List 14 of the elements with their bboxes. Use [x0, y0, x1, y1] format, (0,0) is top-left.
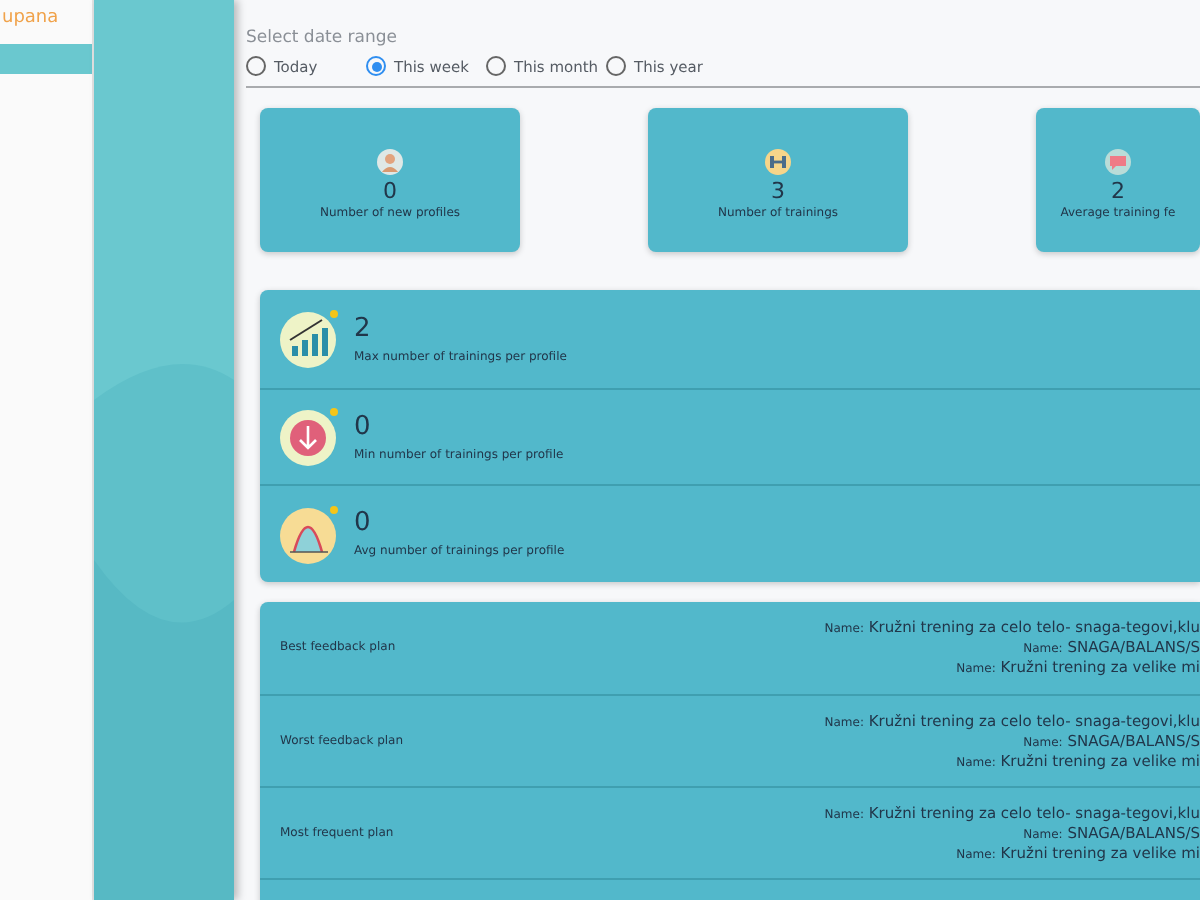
brand-name: upana [0, 8, 61, 32]
date-range-label: Select date range [246, 28, 400, 48]
profile-icon [376, 148, 404, 176]
bell-curve-icon [278, 501, 342, 566]
chat-bubble-icon [1104, 148, 1132, 176]
card-value: 3 [771, 178, 785, 204]
stat-value: 2 [354, 313, 373, 344]
bar-chart-icon [278, 306, 342, 371]
sidebar-item[interactable] [0, 44, 92, 74]
stat-value: 0 [354, 508, 373, 539]
stat-value: 0 [354, 411, 373, 442]
card-value: 2 [1111, 178, 1125, 204]
card-value: 0 [383, 178, 397, 204]
dumbbell-icon [764, 148, 792, 176]
